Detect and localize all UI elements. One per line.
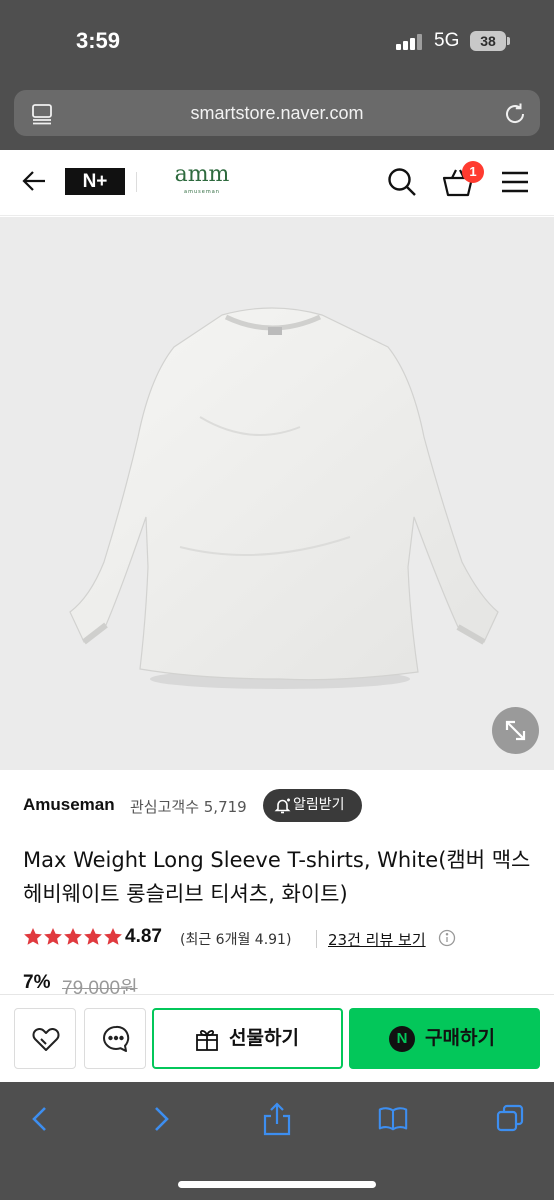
bookmarks-icon[interactable] <box>377 1102 409 1136</box>
network-type: 5G <box>434 30 460 51</box>
forward-nav-icon[interactable] <box>145 1102 177 1136</box>
star-icon <box>44 928 62 945</box>
seller-followers: 관심고객수 5,719 <box>130 798 247 816</box>
discount-rate: 7% <box>23 972 51 993</box>
buy-button-label: 구매하기 <box>425 1027 495 1049</box>
alarm-button-label: 알림받기 <box>293 797 345 813</box>
wishlist-button[interactable] <box>14 1008 76 1069</box>
store-header: N+ amm amuseman 1 <box>0 150 554 216</box>
rating-value: 4.87 <box>125 926 162 947</box>
rating-recent: (최근 6개월 4.91) <box>180 932 292 948</box>
brand-tagline: amuseman <box>184 189 220 195</box>
expand-image-button[interactable] <box>492 707 539 754</box>
bell-icon <box>274 798 291 814</box>
back-icon[interactable] <box>20 167 48 195</box>
buy-button[interactable]: N 구매하기 <box>349 1008 540 1069</box>
search-icon[interactable] <box>386 166 418 198</box>
heart-icon <box>32 1028 60 1051</box>
tshirt-illustration <box>69 307 499 689</box>
nplus-logo[interactable]: N+ <box>65 168 125 195</box>
purchase-action-bar: 선물하기 N 구매하기 <box>0 994 554 1082</box>
brand-name: amm <box>174 162 230 187</box>
rating-stars <box>23 927 123 949</box>
chat-icon <box>103 1025 130 1052</box>
url-text[interactable]: smartstore.naver.com <box>14 90 540 136</box>
browser-address-area: smartstore.naver.com <box>0 84 554 150</box>
info-icon[interactable] <box>438 929 456 947</box>
home-indicator <box>178 1181 376 1188</box>
star-icon <box>64 928 82 945</box>
seller-name[interactable]: Amuseman <box>23 795 115 815</box>
menu-icon[interactable] <box>500 168 530 196</box>
product-title: Max Weight Long Sleeve T-shirts, White(캠… <box>23 848 531 906</box>
gift-icon <box>196 1030 218 1051</box>
product-image[interactable] <box>0 217 554 770</box>
battery-level: 38 <box>470 31 506 51</box>
status-time: 3:59 <box>76 28 121 53</box>
back-nav-icon[interactable] <box>25 1102 57 1136</box>
battery-icon <box>507 37 510 45</box>
rating-divider <box>316 930 317 948</box>
npay-icon: N <box>389 1026 415 1052</box>
cart-count-badge: 1 <box>462 161 484 183</box>
status-bar: 3:59 5G 38 <box>0 0 554 84</box>
review-link[interactable]: 23건 리뷰 보기 <box>328 929 426 950</box>
browser-toolbar <box>0 1082 554 1200</box>
signal-icon <box>396 34 424 50</box>
address-bar[interactable]: smartstore.naver.com <box>14 90 540 136</box>
alarm-button[interactable]: 알림받기 <box>263 789 362 822</box>
star-icon <box>84 928 102 945</box>
chat-button[interactable] <box>84 1008 146 1069</box>
star-icon <box>104 928 122 945</box>
star-icon <box>24 928 42 945</box>
tabs-icon[interactable] <box>495 1102 527 1136</box>
share-icon[interactable] <box>261 1102 293 1136</box>
gift-button[interactable]: 선물하기 <box>152 1008 343 1069</box>
expand-icon <box>505 720 526 741</box>
reload-icon[interactable] <box>502 101 528 127</box>
brand-logo[interactable]: amm amuseman <box>172 162 232 202</box>
gift-button-label: 선물하기 <box>229 1027 299 1049</box>
header-divider <box>136 172 137 192</box>
